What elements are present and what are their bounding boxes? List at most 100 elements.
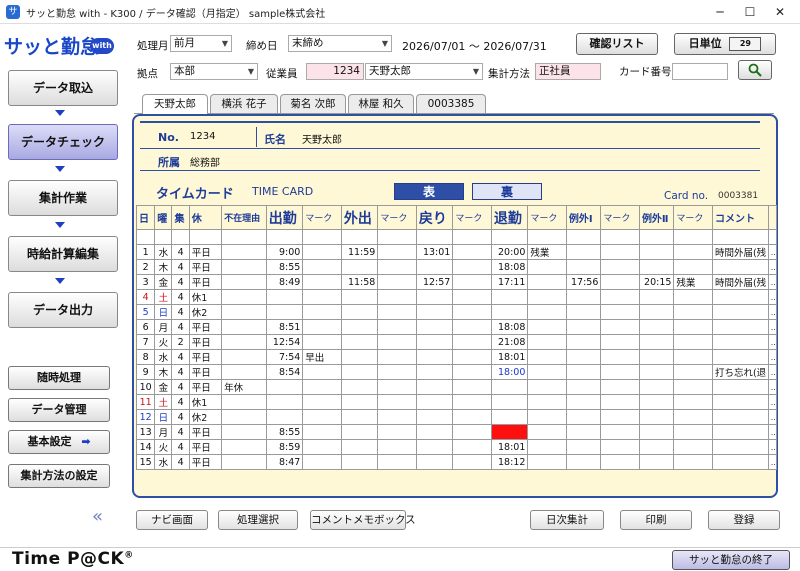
cell-out[interactable] [340,259,379,275]
table-row[interactable]: 14火4平日 8:59 18:01... [135,439,778,455]
cell-bkm[interactable] [452,289,492,305]
cell-bk[interactable] [415,439,454,455]
table-row[interactable]: 15水4平日 8:47 18:12... [135,454,778,470]
cell-e1m[interactable] [600,259,640,275]
cell-e1[interactable] [565,379,602,395]
adhoc-process-button[interactable]: 随時処理 [8,366,110,390]
cell-e2[interactable] [638,319,675,335]
cell-e2[interactable] [638,304,675,320]
cell-e2m[interactable] [673,394,713,410]
cell-e2[interactable] [638,334,675,350]
cell-e1[interactable] [565,304,602,320]
cell-in[interactable]: 8:55 [265,424,304,440]
cell-bk[interactable] [415,289,454,305]
cell-e1[interactable] [565,334,602,350]
cell-e2m[interactable] [673,439,713,455]
cell-bk[interactable] [415,364,454,380]
site-select[interactable]: 本部 ▼ [170,63,258,80]
cell-bkm[interactable] [452,334,492,350]
table-row[interactable]: 5日4休2... [135,304,778,320]
nav-data-import-button[interactable]: データ取込 [8,70,118,106]
row-more-button[interactable]: ... [767,349,778,365]
cell-in[interactable] [265,304,304,320]
tab-employee-2[interactable]: 横浜 花子 [210,94,278,113]
cell-inm[interactable] [302,229,342,245]
cell-bk[interactable]: 13:01 [415,244,454,260]
cell-outm[interactable] [377,394,417,410]
cell-lvm[interactable] [527,229,567,245]
maximize-button[interactable]: ☐ [736,2,764,22]
basic-settings-button[interactable]: 基本設定 ➡ [8,430,110,454]
cell-bkm[interactable] [452,259,492,275]
row-more-button[interactable]: ... [767,454,778,470]
comment-memo-button[interactable]: コメントメモボックス [310,510,416,530]
cell-lvm[interactable] [527,439,567,455]
cell-in[interactable]: 12:54 [265,334,304,350]
cell-in[interactable] [265,229,304,245]
tab-employee-3[interactable]: 菊名 次郎 [280,94,346,113]
cell-e2m[interactable] [673,259,713,275]
row-more-button[interactable]: ... [767,394,778,410]
cell-e2[interactable]: 20:15 [638,274,675,290]
cell-e2m[interactable] [673,349,713,365]
cell-e1[interactable] [565,349,602,365]
cell-bkm[interactable] [452,439,492,455]
cell-outm[interactable] [377,334,417,350]
cell-out[interactable] [340,334,379,350]
cell-lvm[interactable] [527,319,567,335]
cell-out[interactable]: 11:59 [340,244,379,260]
cell-e1[interactable] [565,439,602,455]
cell-bkm[interactable] [452,229,492,245]
cell-e1m[interactable] [600,424,640,440]
cell-lvm[interactable] [527,424,567,440]
row-more-button[interactable]: ... [767,319,778,335]
cell-e2[interactable] [638,289,675,305]
cell-inm[interactable] [302,319,342,335]
cell-bk[interactable] [415,409,454,425]
daily-total-button[interactable]: 日次集計 [530,510,604,530]
cell-inm[interactable] [302,289,342,305]
cell-lv[interactable]: 18:00 [490,364,529,380]
cell-outm[interactable] [377,379,417,395]
cell-lvm[interactable] [527,454,567,470]
cell-outm[interactable] [377,274,417,290]
cell-e1[interactable] [565,289,602,305]
cell-lvm[interactable] [527,259,567,275]
front-side-button[interactable]: 表 [394,183,464,200]
cell-out[interactable] [340,229,379,245]
table-row[interactable]: 1水4平日 9:00 11:59 13:01 20:00残業 時間外届(残... [135,244,778,260]
cell-out[interactable] [340,349,379,365]
cell-e1[interactable] [565,454,602,470]
cell-lvm[interactable] [527,364,567,380]
nav-screen-button[interactable]: ナビ画面 [136,510,208,530]
cell-in[interactable] [265,394,304,410]
cell-e1m[interactable] [600,409,640,425]
cell-lv[interactable] [490,289,529,305]
cell-outm[interactable] [377,289,417,305]
cell-bk[interactable] [415,394,454,410]
cell-inm[interactable] [302,274,342,290]
tab-employee-5[interactable]: 0003385 [416,94,486,113]
cell-e2[interactable] [638,259,675,275]
cell-outm[interactable] [377,259,417,275]
search-button[interactable] [738,60,772,80]
cell-bkm[interactable] [452,364,492,380]
cell-e1m[interactable] [600,349,640,365]
cell-e1m[interactable] [600,454,640,470]
print-button[interactable]: 印刷 [620,510,692,530]
cell-lv[interactable]: 18:01 [490,439,529,455]
cell-bkm[interactable] [452,379,492,395]
cell-e1m[interactable] [600,304,640,320]
cell-out[interactable] [340,379,379,395]
table-row[interactable]: 6月4平日 8:51 18:08... [135,319,778,335]
cell-e2m[interactable] [673,409,713,425]
table-row[interactable]: 2木4平日 8:55 18:08... [135,259,778,275]
cell-bkm[interactable] [452,394,492,410]
aggregation-settings-button[interactable]: 集計方法の設定 [8,464,110,488]
cell-bk[interactable] [415,334,454,350]
cell-e1[interactable] [565,394,602,410]
cell-e1m[interactable] [600,334,640,350]
cell-e1[interactable] [565,259,602,275]
cell-lv[interactable] [490,304,529,320]
tab-employee-1[interactable]: 天野太郎 [142,94,208,114]
